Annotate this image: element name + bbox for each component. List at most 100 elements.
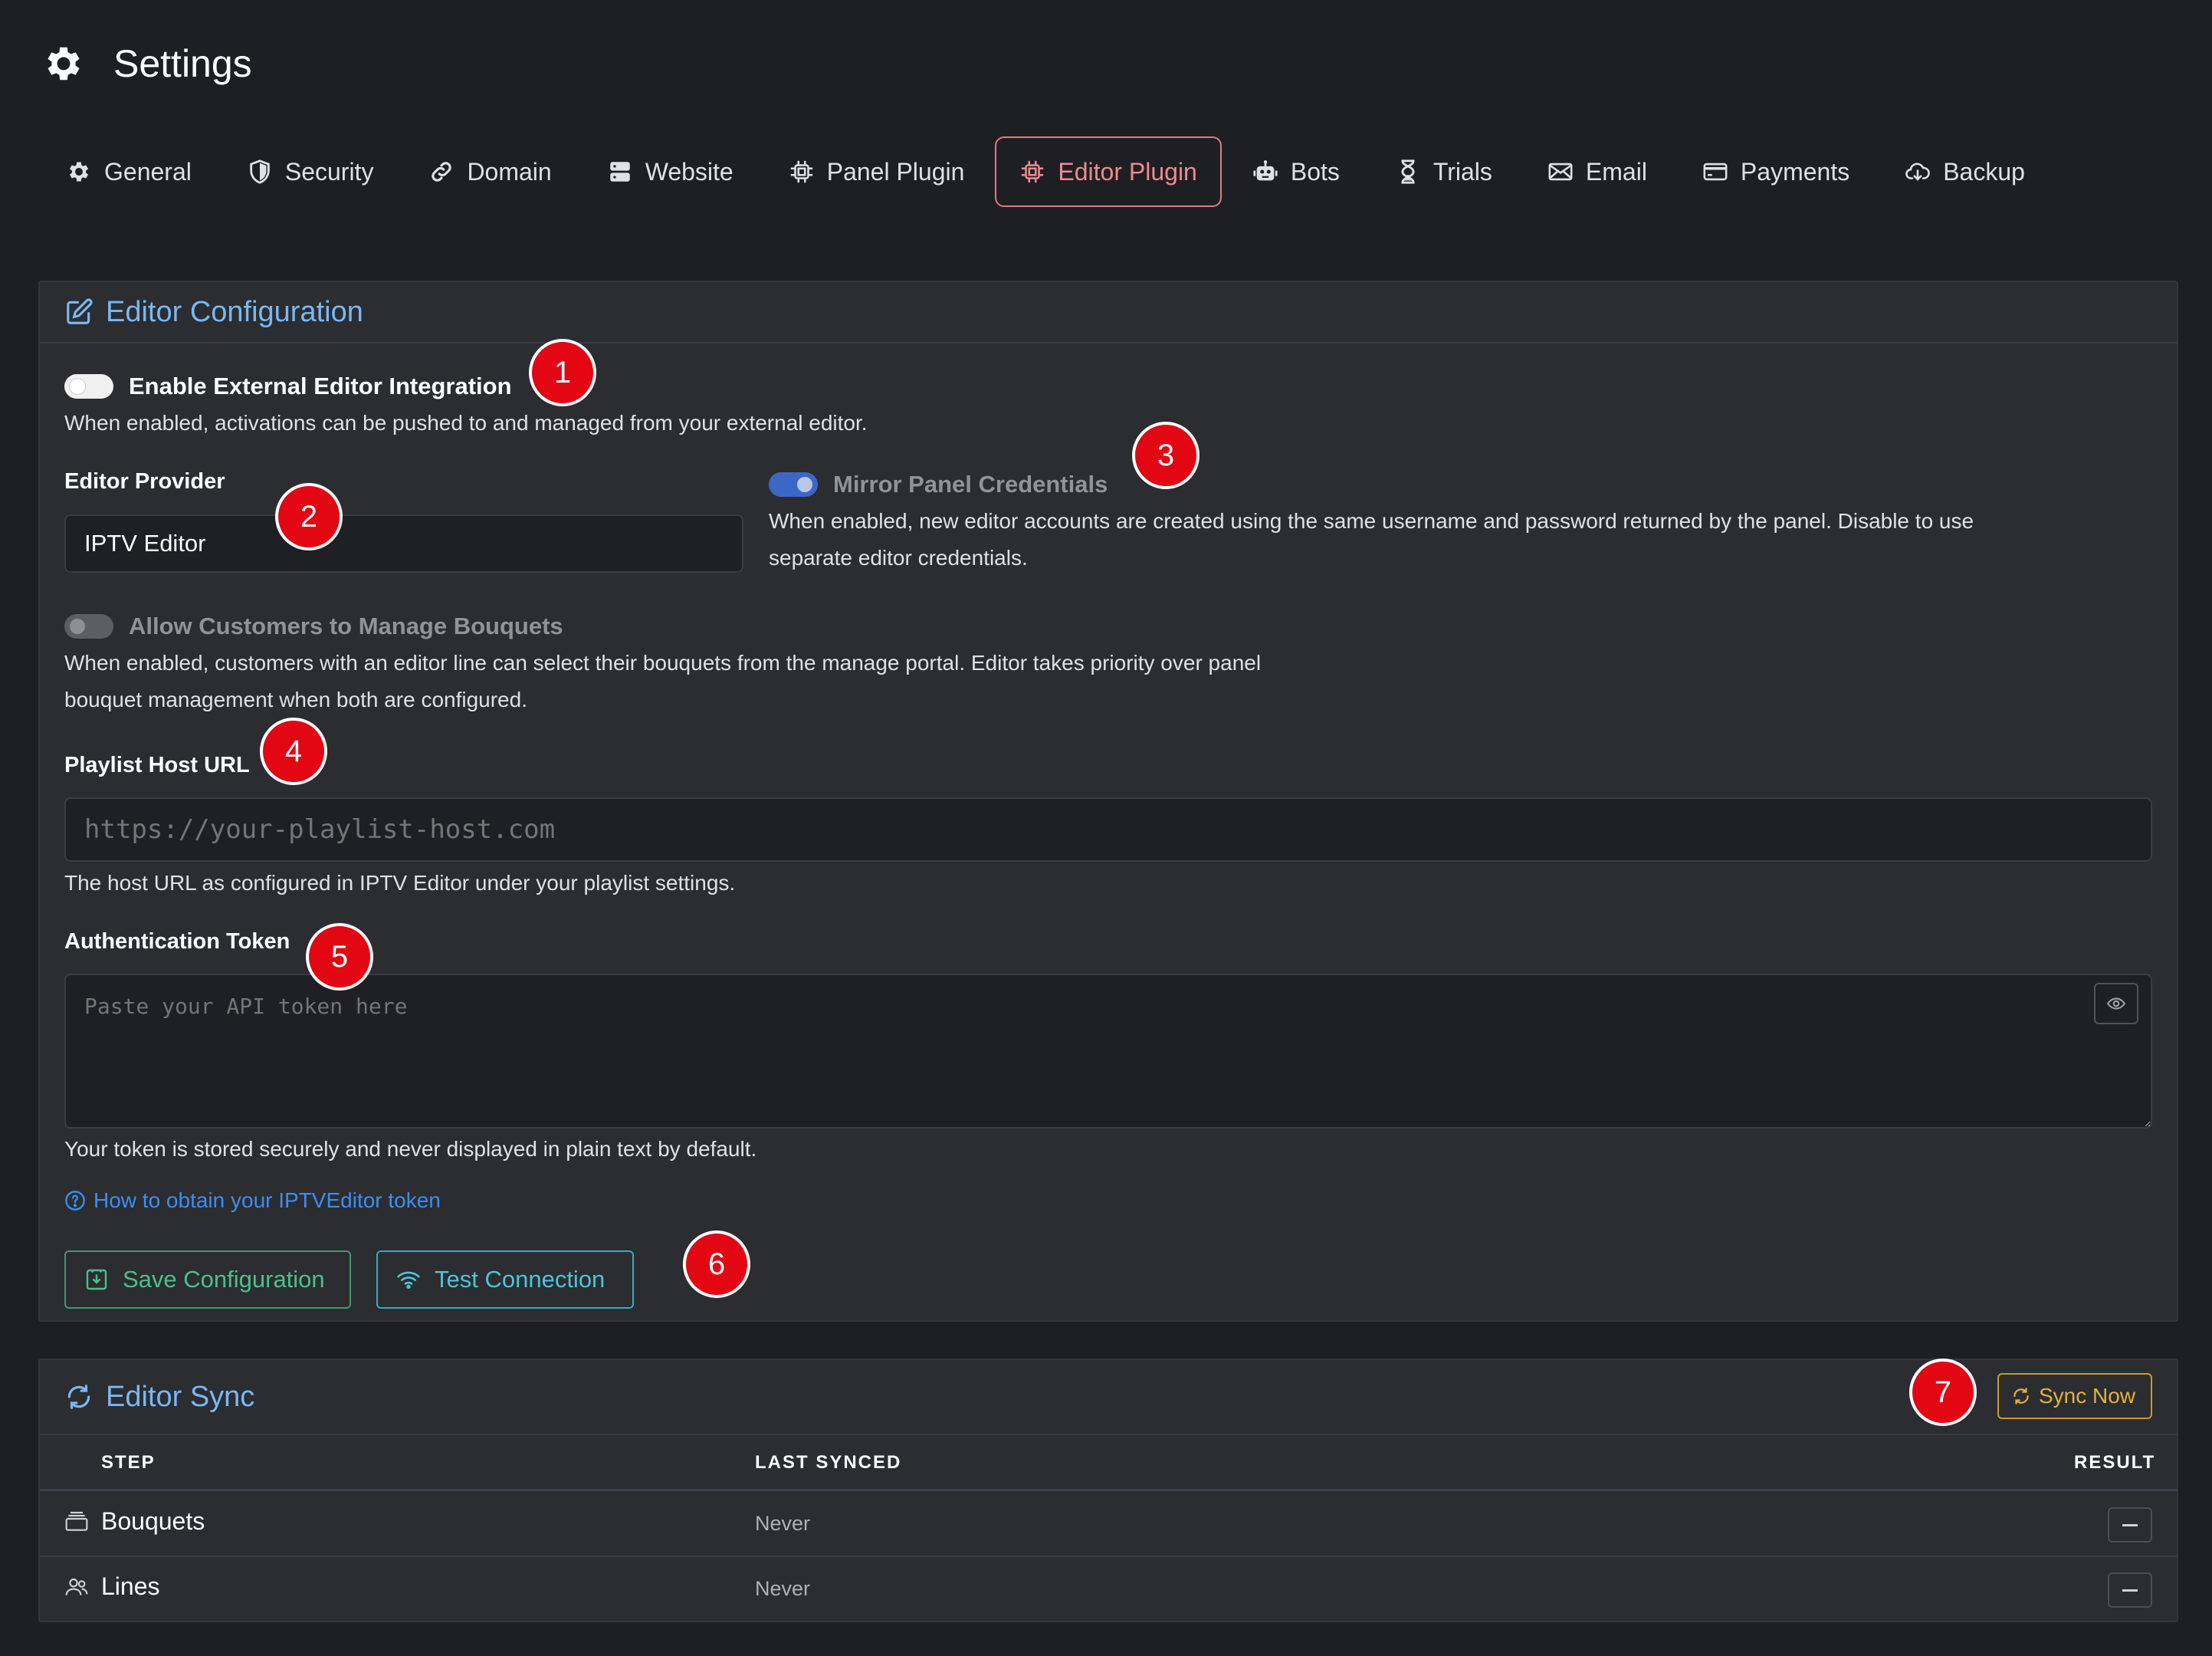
eye-icon (2106, 994, 2126, 1014)
tab-panel-plugin[interactable]: Panel Plugin (764, 136, 989, 207)
tab-label: General (104, 157, 192, 186)
last-synced-value: Never (755, 1577, 811, 1600)
mirror-credentials-label: Mirror Panel Credentials (833, 471, 1108, 498)
mirror-credentials-help-line2: separate editor credentials. (769, 546, 1028, 570)
tab-bots[interactable]: Bots (1228, 136, 1364, 207)
page-header: Settings (41, 37, 252, 90)
tab-label: Editor Plugin (1058, 157, 1197, 186)
column-header-step: STEP (101, 1452, 156, 1473)
step-name: Lines (101, 1572, 160, 1600)
column-header-result: RESULT (2074, 1452, 2156, 1473)
annotation-badge: 1 (529, 339, 596, 406)
annotation-badge: 2 (275, 483, 343, 550)
layers-icon (64, 1510, 89, 1534)
envelope-icon (1547, 159, 1574, 185)
card-header: Editor Sync (40, 1360, 2177, 1435)
question-circle-icon (64, 1190, 86, 1211)
save-icon (84, 1267, 109, 1292)
result-indicator (2108, 1572, 2152, 1608)
shield-icon (247, 159, 273, 185)
tab-domain[interactable]: Domain (404, 136, 576, 207)
tab-payments[interactable]: Payments (1678, 136, 1874, 207)
header-divider (40, 1489, 2177, 1491)
users-icon (64, 1575, 89, 1599)
column-header-last-synced: LAST SYNCED (755, 1452, 902, 1473)
enable-integration-label: Enable External Editor Integration (129, 373, 512, 399)
tab-website[interactable]: Website (583, 136, 758, 207)
tab-security[interactable]: Security (222, 136, 399, 207)
tab-label: Payments (1740, 157, 1850, 186)
sync-now-label: Sync Now (2039, 1384, 2136, 1408)
annotation-badge: 4 (260, 718, 327, 785)
save-configuration-button[interactable]: Save Configuration (64, 1250, 351, 1309)
playlist-host-input[interactable] (64, 797, 2152, 862)
sync-now-button[interactable]: Sync Now (1997, 1373, 2152, 1419)
tab-label: Backup (1943, 157, 2025, 186)
playlist-host-help: The host URL as configured in IPTV Edito… (64, 871, 736, 895)
cpu-icon (1019, 159, 1045, 185)
settings-tabs: General Security Domain Website Panel Pl… (41, 136, 2056, 207)
provider-value: IPTV Editor (84, 530, 206, 557)
table-row: Bouquets (64, 1507, 205, 1536)
table-row: Lines (64, 1572, 160, 1601)
tab-label: Email (1585, 157, 1647, 186)
annotation-badge: 5 (306, 923, 373, 991)
last-synced-value: Never (755, 1512, 811, 1535)
manage-bouquets-toggle[interactable] (64, 614, 113, 639)
provider-select[interactable]: IPTV Editor (64, 514, 743, 573)
refresh-icon (2011, 1386, 2031, 1406)
page-title: Settings (113, 42, 252, 85)
tab-backup[interactable]: Backup (1880, 136, 2050, 207)
enable-integration-row: Enable External Editor Integration (64, 373, 512, 400)
tab-label: Panel Plugin (826, 157, 965, 186)
annotation-badge: 3 (1132, 422, 1200, 489)
tab-label: Security (284, 157, 374, 186)
manage-bouquets-help-line1: When enabled, customers with an editor l… (64, 651, 1262, 675)
tab-email[interactable]: Email (1523, 136, 1672, 207)
token-help-link[interactable]: How to obtain your IPTVEditor token (64, 1188, 441, 1213)
provider-label: Editor Provider (64, 469, 225, 494)
gear-icon (41, 41, 86, 86)
tab-label: Bots (1290, 157, 1340, 186)
card-header: Editor Configuration (40, 282, 2177, 343)
wifi-icon (396, 1267, 421, 1292)
toggle-visibility-button[interactable] (2094, 983, 2138, 1024)
test-connection-label: Test Connection (435, 1266, 606, 1293)
auth-token-help: Your token is stored securely and never … (64, 1137, 757, 1161)
manage-bouquets-help-line2: bouquet management when both are configu… (64, 688, 527, 711)
token-help-link-text: How to obtain your IPTVEditor token (94, 1188, 441, 1212)
test-connection-button[interactable]: Test Connection (376, 1250, 634, 1309)
card-title: Editor Sync (106, 1380, 255, 1413)
enable-integration-toggle[interactable] (64, 374, 113, 399)
playlist-host-label: Playlist Host URL (64, 753, 250, 777)
row-divider (40, 1556, 2177, 1557)
tab-label: Trials (1433, 157, 1492, 186)
cpu-icon (789, 159, 815, 185)
save-configuration-label: Save Configuration (123, 1266, 325, 1293)
tab-general[interactable]: General (41, 136, 216, 207)
edit-icon (64, 297, 94, 327)
tab-label: Domain (467, 157, 552, 186)
cloud-download-icon (1905, 159, 1931, 185)
server-icon (607, 159, 633, 185)
manage-bouquets-row: Allow Customers to Manage Bouquets (64, 613, 563, 640)
auth-token-textarea[interactable] (64, 974, 2152, 1129)
hourglass-icon (1395, 159, 1421, 185)
mirror-credentials-toggle[interactable] (769, 472, 818, 497)
manage-bouquets-label: Allow Customers to Manage Bouquets (129, 613, 563, 639)
annotation-badge: 6 (683, 1230, 750, 1298)
result-indicator (2108, 1507, 2152, 1543)
enable-integration-help: When enabled, activations can be pushed … (64, 411, 868, 435)
mirror-credentials-help-line1: When enabled, new editor accounts are cr… (769, 509, 1974, 533)
refresh-icon (64, 1382, 94, 1411)
auth-token-label: Authentication Token (64, 929, 290, 954)
mirror-credentials-row: Mirror Panel Credentials (769, 471, 1108, 498)
tab-trials[interactable]: Trials (1370, 136, 1517, 207)
card-title: Editor Configuration (106, 295, 363, 328)
step-name: Bouquets (101, 1507, 205, 1535)
tab-label: Website (645, 157, 734, 186)
annotation-badge: 7 (1909, 1359, 1977, 1426)
credit-card-icon (1702, 159, 1728, 185)
tab-editor-plugin[interactable]: Editor Plugin (995, 136, 1222, 207)
link-icon (428, 159, 455, 185)
